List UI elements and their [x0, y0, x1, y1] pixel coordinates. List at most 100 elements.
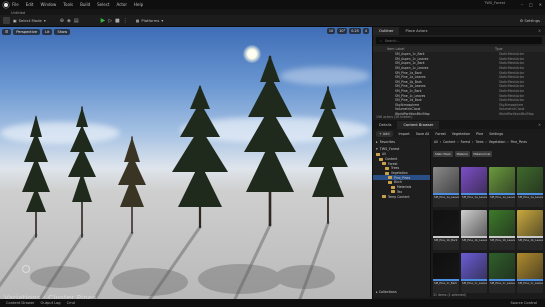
asset-tile[interactable]: SM_Pine_1c_Leaves_Billboard	[517, 253, 543, 293]
outliner-row-type: StaticMeshActor	[499, 66, 525, 71]
perspective-button[interactable]: Perspective	[13, 28, 41, 35]
maximize-icon[interactable]: □	[529, 2, 533, 7]
asset-tile[interactable]: SM_Pine_1c_Leaves_Billboard	[489, 253, 515, 293]
column-type[interactable]: Type	[495, 47, 503, 51]
cmd-input[interactable]: Cmd	[67, 301, 75, 305]
outliner-row-name: SM_Pine_1c_Bark	[395, 89, 422, 94]
menu-help[interactable]: Help	[134, 2, 143, 7]
camera-speed-value[interactable]: 4	[362, 28, 369, 34]
outliner-row[interactable]: VolumetricCloud VolumetricCloud	[373, 107, 545, 112]
asset-tile[interactable]: SM_Pine_1a_Leaves_Billboard	[489, 167, 515, 207]
step-icon[interactable]: ▷	[108, 18, 112, 24]
cinematics-icon[interactable]: ▤	[74, 18, 79, 24]
filter-chip[interactable]: Material	[454, 151, 470, 157]
asset-tile[interactable]: SM_Pine_1b_Bark	[433, 210, 459, 250]
tool-pine[interactable]: Pine	[476, 132, 483, 136]
breadcrumb-item[interactable]: Content	[443, 140, 455, 144]
folder-item[interactable]: Temp Content	[373, 194, 430, 199]
save-all-button[interactable]: Save All	[416, 132, 430, 136]
project-section[interactable]: ▾ TWS_Forest	[373, 145, 430, 152]
outliner-row-type: StaticMeshActor	[499, 75, 525, 80]
outliner-row[interactable]: SM_Pine_1a_Bark StaticMeshActor	[373, 70, 545, 75]
asset-thumbnail	[461, 167, 487, 193]
menu-select[interactable]: Select	[97, 2, 109, 7]
add-button[interactable]: + Add	[376, 130, 393, 137]
source-control-button[interactable]: Source Control	[511, 301, 537, 305]
tool-settings[interactable]: Settings	[489, 132, 503, 136]
stop-icon[interactable]: ■	[115, 18, 120, 24]
outliner-footer: 196 actors (26 hidden)	[376, 115, 413, 119]
outliner-row[interactable]: SM_Pine_1a_Leaves StaticMeshActor	[373, 75, 545, 80]
viewport-options-button[interactable]: ☰	[2, 28, 12, 35]
asset-tile[interactable]: SM_Pine_1c_Leaves	[461, 253, 487, 293]
outliner-row-name: SM_Pine_1a_Bark	[395, 70, 422, 75]
viewport-toolbar: ☰ Perspective Lit Show 10 10° 0.25 4	[0, 27, 372, 36]
outliner-row[interactable]: SM_Pine_1b_Bark StaticMeshActor	[373, 80, 545, 85]
asset-tile[interactable]: SM_Pine_1a_Leaves_Billboard	[517, 167, 543, 207]
outliner-row[interactable]: SM_Aspen_1c_Leaves StaticMeshActor	[373, 66, 545, 71]
menu-file[interactable]: File	[12, 2, 19, 7]
close-icon[interactable]: ✕	[538, 123, 541, 127]
show-button[interactable]: Show	[54, 28, 71, 35]
filter-chip[interactable]: Static Mesh	[433, 151, 453, 157]
outliner-row-name: SM_Aspen_1c_Bark	[395, 52, 425, 57]
tab-place-actors[interactable]: Place Actors	[399, 27, 433, 35]
collections-section[interactable]: ▸ Collections	[376, 290, 397, 294]
content-drawer-button[interactable]: Content Drawer	[6, 301, 35, 305]
menu-window[interactable]: Window	[40, 2, 56, 7]
asset-tile[interactable]: SM_Pine_1b_Leaves	[489, 210, 515, 250]
lit-button[interactable]: Lit	[42, 28, 53, 35]
breadcrumb-item[interactable]: Pine_Pines	[511, 140, 527, 144]
output-log-button[interactable]: Output Log	[41, 301, 61, 305]
folder-icon	[382, 162, 386, 166]
play-button[interactable]: ▶	[101, 17, 106, 24]
breadcrumb-item[interactable]: Trees	[475, 140, 483, 144]
breadcrumb-item[interactable]: Forest	[461, 140, 471, 144]
asset-tile[interactable]: SM_Pine_1a_Leaves_Billboard	[433, 167, 459, 207]
breadcrumb-item[interactable]: Vegetation	[489, 140, 506, 144]
minimize-icon[interactable]: –	[521, 2, 523, 7]
scale-snap-value[interactable]: 0.25	[349, 28, 361, 34]
filter-chip[interactable]: Material Inst	[471, 151, 493, 157]
outliner-row[interactable]: SM_Pine_1c_Leaves StaticMeshActor	[373, 93, 545, 98]
platforms-dropdown[interactable]: ▦ Platforms ▾	[136, 18, 164, 23]
rotation-snap-value[interactable]: 10°	[337, 28, 348, 34]
grid-snap-value[interactable]: 10	[326, 28, 336, 34]
tab-content-browser[interactable]: Content Browser	[397, 121, 440, 129]
outliner-row[interactable]: SM_Pine_1c_Bark StaticMeshActor	[373, 89, 545, 94]
outliner-row[interactable]: SM_Aspen_1c_Leaves StaticMeshActor	[373, 57, 545, 62]
tool-forest[interactable]: Forest	[435, 132, 445, 136]
blueprint-icon[interactable]: ◈	[67, 18, 71, 24]
asset-tile[interactable]: SM_Pine_1b_Leaves_Billboard	[461, 210, 487, 250]
asset-tile[interactable]: SM_Pine_1a_Leaves_Billboard	[461, 167, 487, 207]
favorites-section[interactable]: ▸ Favorites	[373, 138, 430, 145]
outliner-row[interactable]: SkyAtmosphere SkyAtmosphere	[373, 103, 545, 108]
level-viewport[interactable]: ☰ Perspective Lit Show 10 10° 0.25 4	[0, 27, 372, 299]
column-item-label[interactable]: Item Label	[387, 47, 495, 51]
breadcrumb-item[interactable]: All	[434, 140, 438, 144]
outliner-search-input[interactable]: ⌕ Search...	[376, 37, 542, 44]
settings-button[interactable]: ⚙ Settings	[520, 18, 540, 23]
outliner-row[interactable]: SM_Aspen_1c_Bark StaticMeshActor	[373, 61, 545, 66]
outliner-row[interactable]: SM_Pine_1d_Bark StaticMeshActor	[373, 98, 545, 103]
menu-build[interactable]: Build	[80, 2, 90, 7]
add-actor-icon[interactable]: ⊕	[60, 18, 64, 24]
asset-tile[interactable]: SM_Pine_1b_Leaves_Billboard	[517, 210, 543, 250]
close-icon[interactable]: ✕	[539, 2, 542, 7]
close-icon[interactable]: ✕	[538, 29, 541, 33]
tool-vegetation[interactable]: Vegetation	[452, 132, 470, 136]
tab-details[interactable]: Details	[373, 121, 397, 129]
outliner-row[interactable]: SM_Aspen_1c_Bark StaticMeshActor	[373, 52, 545, 57]
import-button[interactable]: Import	[399, 132, 410, 136]
menu-tools[interactable]: Tools	[63, 2, 73, 7]
tab-outliner[interactable]: Outliner	[373, 27, 400, 35]
asset-tile[interactable]: SM_Pine_1c_Bark	[433, 253, 459, 293]
menu-edit[interactable]: Edit	[26, 2, 34, 7]
menu-actor[interactable]: Actor	[116, 2, 127, 7]
outliner-row[interactable]: SM_Pine_1b_Leaves StaticMeshActor	[373, 84, 545, 89]
play-options-icon[interactable]: ⋮	[123, 18, 128, 24]
content-browser-panel: Details Content Browser ✕ + Add Import S…	[372, 121, 545, 299]
canopy-shadow	[275, 265, 335, 289]
select-mode-dropdown[interactable]: ▣ Select Mode ▾	[13, 18, 46, 23]
save-icon[interactable]	[3, 17, 10, 24]
